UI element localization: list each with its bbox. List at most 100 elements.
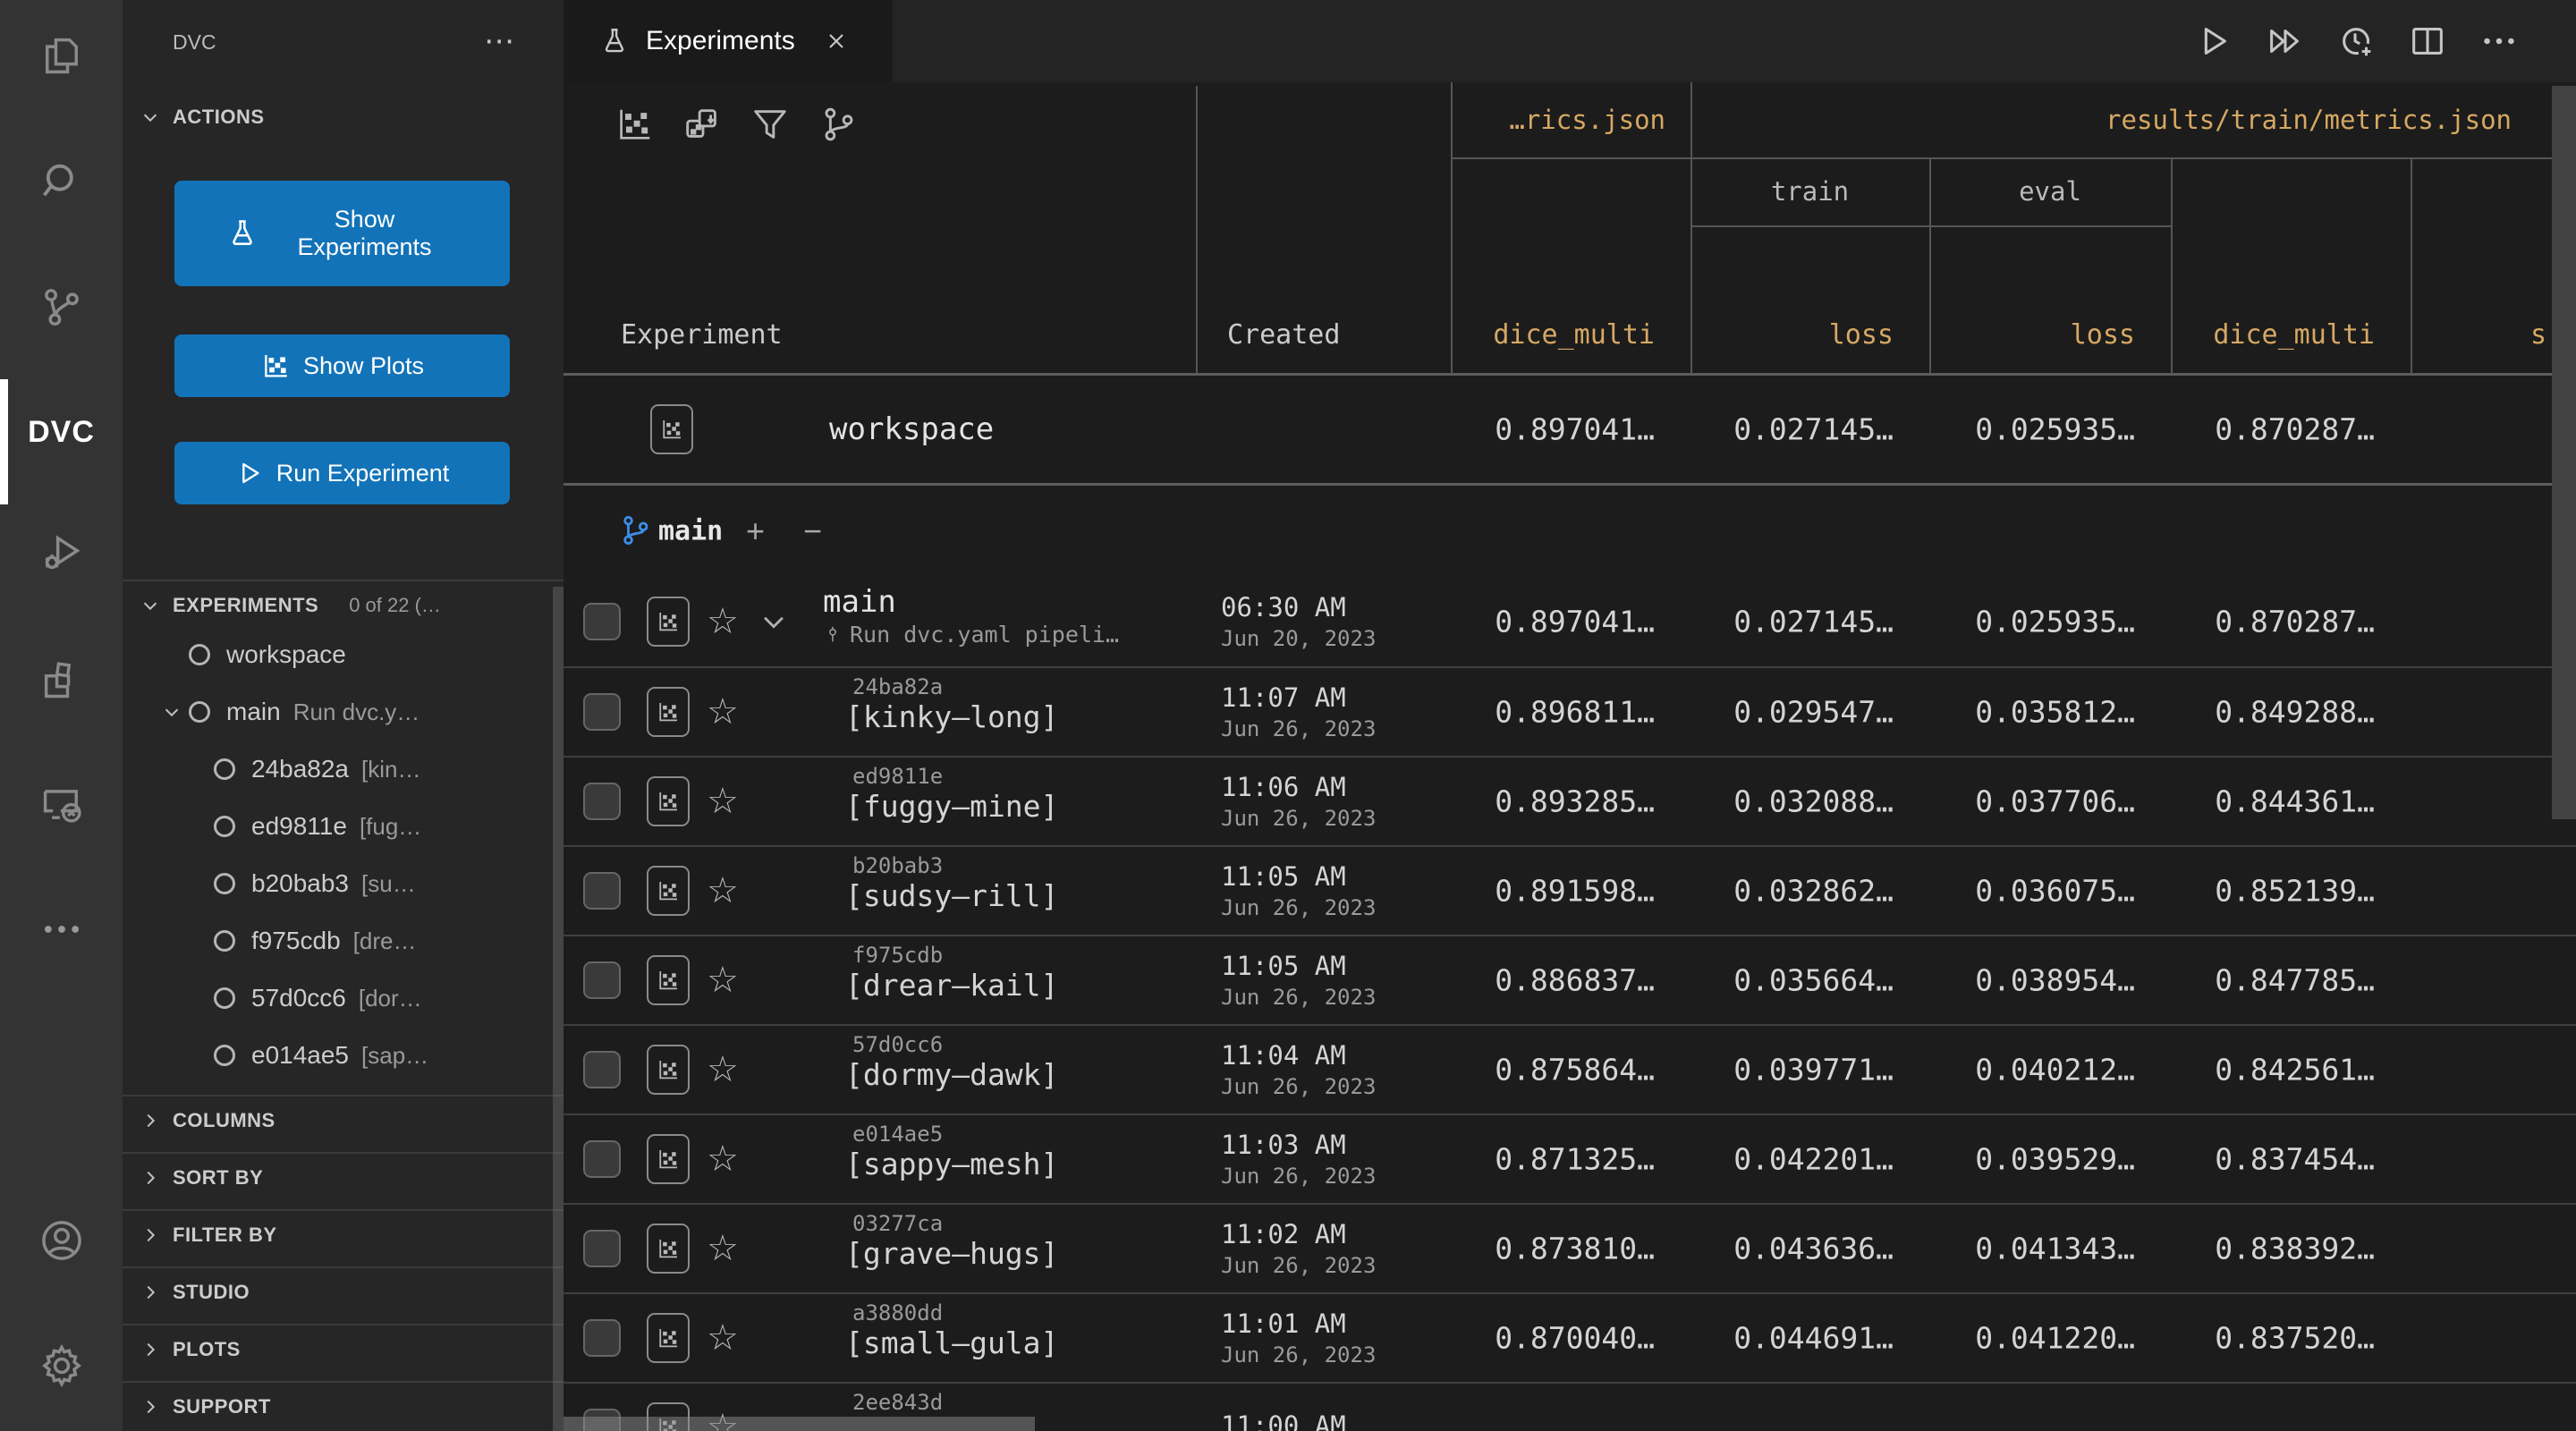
settings-gear-icon[interactable] <box>0 1324 123 1408</box>
show-plots-button[interactable]: Show Plots <box>174 334 510 397</box>
show-experiments-button[interactable]: Show Experiments <box>174 181 510 286</box>
column-header-metric[interactable]: dice_multi <box>2213 304 2375 367</box>
star-icon[interactable]: ☆ <box>707 694 739 730</box>
row-checkbox[interactable] <box>583 1230 621 1267</box>
subgroup-header-train[interactable]: train <box>1690 157 1929 225</box>
dvc-icon[interactable]: DVC <box>0 390 123 474</box>
explorer-icon[interactable] <box>0 14 123 98</box>
sidebar-item-b20bab3[interactable]: b20bab3 [su… <box>123 855 564 912</box>
column-header-metric[interactable]: s <box>2530 304 2546 367</box>
subgroup-header-eval[interactable]: eval <box>1929 157 2171 225</box>
remote-explorer-icon[interactable] <box>0 762 123 846</box>
run-and-debug-icon[interactable] <box>0 512 123 596</box>
row-checkbox[interactable] <box>583 872 621 910</box>
chevron-down-icon[interactable] <box>162 702 182 722</box>
commit-row-main[interactable]: ☆ main Run dvc.yaml pipeli… 06:30 AM Jun… <box>564 577 2576 668</box>
sidebar-item-e014ae5[interactable]: e014ae5 [sap… <box>123 1027 564 1084</box>
column-header-experiment[interactable]: Experiment <box>621 304 783 367</box>
branch-icon[interactable] <box>816 102 860 147</box>
star-icon[interactable]: ☆ <box>707 962 739 998</box>
open-plots-icon[interactable] <box>647 776 690 826</box>
star-icon[interactable]: ☆ <box>707 873 739 909</box>
open-plots-icon[interactable] <box>647 687 690 737</box>
close-icon[interactable] <box>824 29 849 54</box>
open-plots-icon[interactable] <box>647 955 690 1005</box>
queue-experiment-icon[interactable] <box>2334 20 2377 63</box>
section-plots[interactable]: PLOTS <box>123 1324 564 1374</box>
tab-experiments[interactable]: Experiments <box>564 0 893 82</box>
account-icon[interactable] <box>0 1198 123 1283</box>
open-plots-icon[interactable] <box>650 404 693 454</box>
search-icon[interactable] <box>0 140 123 224</box>
experiment-row[interactable]: ☆ b20bab3 [sudsy–rill] 11:05 AM Jun 26, … <box>564 847 2576 936</box>
column-header-created[interactable]: Created <box>1227 304 1340 367</box>
more-icon[interactable] <box>0 887 123 971</box>
section-studio[interactable]: STUDIO <box>123 1266 564 1317</box>
open-plots-icon[interactable] <box>647 1134 690 1184</box>
open-plots-icon[interactable] <box>647 1045 690 1095</box>
open-plots-icon[interactable] <box>647 1224 690 1274</box>
extensions-icon[interactable] <box>0 637 123 721</box>
star-icon[interactable]: ☆ <box>707 783 739 819</box>
experiment-row[interactable]: ☆ e014ae5 [sappy–mesh] 11:03 AM Jun 26, … <box>564 1115 2576 1205</box>
row-checkbox[interactable] <box>583 783 621 820</box>
circle-icon <box>214 930 235 952</box>
experiment-row[interactable]: ☆ a3880dd [small–gula] 11:01 AM Jun 26, … <box>564 1294 2576 1384</box>
open-plots-icon[interactable] <box>647 866 690 916</box>
experiment-row[interactable]: ☆ 57d0cc6 [dormy–dawk] 11:04 AM Jun 26, … <box>564 1026 2576 1115</box>
row-checkbox[interactable] <box>583 1319 621 1357</box>
file-group-header[interactable]: results/train/metrics.json <box>1690 82 2512 157</box>
section-sort-by[interactable]: SORT BY <box>123 1152 564 1202</box>
sidebar-item-57d0cc6[interactable]: 57d0cc6 [dor… <box>123 970 564 1027</box>
sidebar-item-ed9811e[interactable]: ed9811e [fug… <box>123 798 564 855</box>
row-checkbox[interactable] <box>583 961 621 999</box>
experiment-row[interactable]: ☆ 24ba82a [kinky–long] 11:07 AM Jun 26, … <box>564 668 2576 758</box>
star-icon[interactable]: ☆ <box>707 604 739 639</box>
section-support[interactable]: SUPPORT <box>123 1381 564 1431</box>
star-icon[interactable]: ☆ <box>707 1231 739 1266</box>
row-checkbox[interactable] <box>583 1051 621 1088</box>
run-experiment-icon[interactable] <box>2191 20 2234 63</box>
row-checkbox[interactable] <box>583 1140 621 1178</box>
table-vertical-scrollbar[interactable] <box>2552 86 2576 819</box>
section-experiments[interactable]: EXPERIMENTS 0 of 22 (… <box>123 580 564 630</box>
split-editor-icon[interactable] <box>2406 20 2449 63</box>
section-filter-by[interactable]: FILTER BY <box>123 1209 564 1259</box>
open-plots-icon[interactable] <box>647 1313 690 1363</box>
sidebar-item-workspace[interactable]: workspace <box>123 626 564 683</box>
sidebar-scrollbar[interactable] <box>553 587 564 1431</box>
experiment-row[interactable]: ☆ 03277ca [grave–hugs] 11:02 AM Jun 26, … <box>564 1205 2576 1294</box>
source-control-icon[interactable] <box>0 265 123 349</box>
run-all-icon[interactable] <box>2263 20 2306 63</box>
star-icon[interactable]: ☆ <box>707 1052 739 1088</box>
chevron-down-icon[interactable] <box>758 606 789 637</box>
move-columns-icon[interactable] <box>680 102 724 147</box>
experiment-row[interactable]: ☆ ed9811e [fuggy–mine] 11:06 AM Jun 26, … <box>564 758 2576 847</box>
sidebar-item-24ba82a[interactable]: 24ba82a [kin… <box>123 741 564 798</box>
sidebar-more-actions-icon[interactable]: ⋯ <box>484 23 517 59</box>
row-checkbox[interactable] <box>583 603 621 640</box>
table-horizontal-scrollbar[interactable] <box>564 1417 1035 1431</box>
experiment-id: f975cdb <box>852 943 1058 968</box>
remove-branch-button[interactable]: − <box>803 512 822 550</box>
experiment-name: [fuggy–mine] <box>845 789 1058 824</box>
column-header-metric[interactable]: loss <box>1829 304 1894 367</box>
file-group-header[interactable]: …rics.json <box>1451 82 1665 157</box>
section-actions[interactable]: ACTIONS <box>123 93 564 141</box>
run-experiment-button[interactable]: Run Experiment <box>174 442 510 504</box>
ellipsis-icon[interactable] <box>2478 20 2521 63</box>
sidebar-item-main[interactable]: main Run dvc.y… <box>123 683 564 741</box>
open-plots-icon[interactable] <box>647 597 690 647</box>
column-header-metric[interactable]: dice_multi <box>1493 304 1655 367</box>
experiment-row[interactable]: ☆ f975cdb [drear–kail] 11:05 AM Jun 26, … <box>564 936 2576 1026</box>
star-icon[interactable]: ☆ <box>707 1141 739 1177</box>
scatter-plot-icon[interactable] <box>612 102 657 147</box>
column-header-metric[interactable]: loss <box>2071 304 2135 367</box>
add-branch-button[interactable]: + <box>746 512 765 550</box>
star-icon[interactable]: ☆ <box>707 1320 739 1356</box>
sidebar-item-f975cdb[interactable]: f975cdb [dre… <box>123 912 564 970</box>
workspace-row[interactable]: workspace 0.897041… 0.027145… 0.025935… … <box>564 376 2576 486</box>
row-checkbox[interactable] <box>583 693 621 731</box>
section-columns[interactable]: COLUMNS <box>123 1095 564 1145</box>
filter-icon[interactable] <box>748 102 792 147</box>
